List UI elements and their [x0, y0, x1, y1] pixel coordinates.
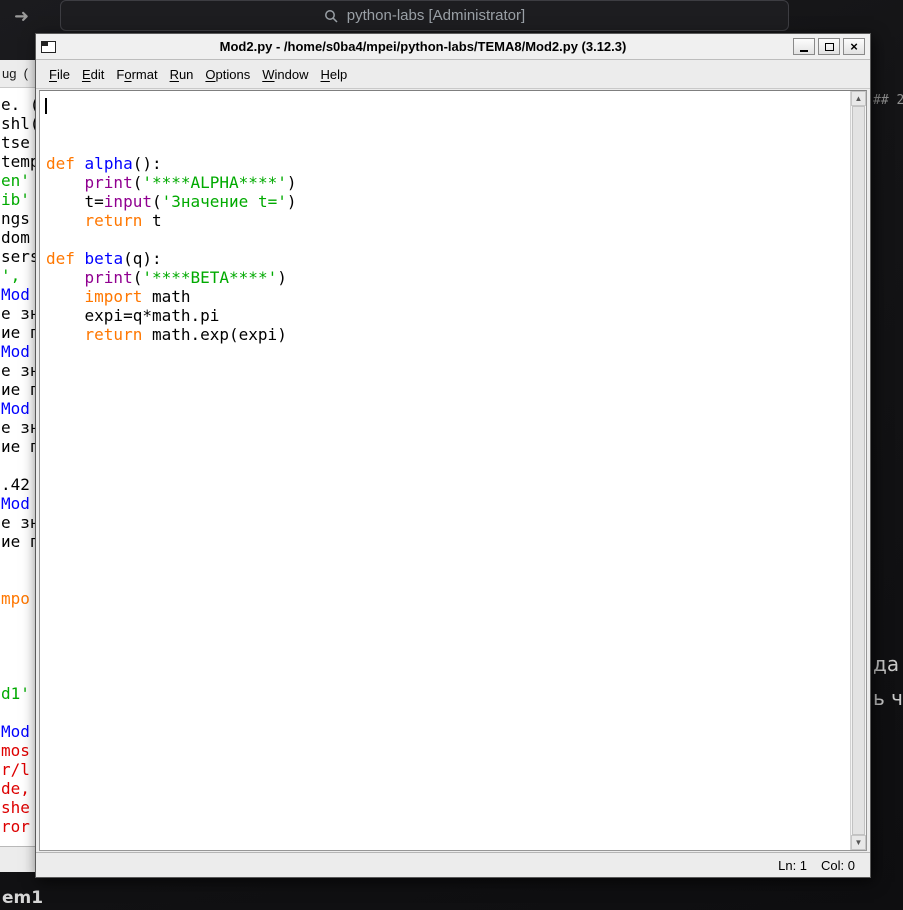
menu-run[interactable]: Run: [164, 64, 200, 85]
maximize-icon: [825, 43, 834, 51]
code-line: print('****ALPHA****'): [46, 173, 850, 192]
background-window-menubar: ug (: [0, 60, 37, 88]
code-line: return math.exp(expi): [46, 325, 850, 344]
search-text: python-labs [Administrator]: [347, 7, 525, 24]
code-line: print('****BETA****'): [46, 268, 850, 287]
bg-code-fragment: Mod: [1, 399, 30, 418]
window-controls: ×: [790, 38, 865, 55]
menu-file[interactable]: File: [43, 64, 76, 85]
bg-code-fragment: tse: [1, 133, 30, 152]
bg-code-fragment: Mod: [1, 722, 30, 741]
minimize-button[interactable]: [793, 38, 815, 55]
scrollbar-thumb[interactable]: [852, 106, 865, 835]
bg-code-fragment: shl(: [1, 114, 37, 133]
bg-code-fragment: ие п: [1, 532, 37, 551]
title-bar[interactable]: Mod2.py - /home/s0ba4/mpei/python-labs/T…: [36, 34, 870, 60]
bg-code-fragment: ',: [1, 266, 20, 285]
taskbar-search-input[interactable]: python-labs [Administrator]: [60, 0, 789, 31]
bg-code-fragment: e зн: [1, 361, 37, 380]
desktop-bottom-text-fragment: em1: [2, 888, 43, 908]
idle-editor-window: Mod2.py - /home/s0ba4/mpei/python-labs/T…: [35, 33, 871, 878]
bg-code-fragment: dom: [1, 228, 30, 247]
text-cursor: [45, 98, 47, 114]
bg-code-fragment: mos: [1, 741, 30, 760]
bg-code-fragment: de,: [1, 779, 30, 798]
bg-code-fragment: ие п: [1, 323, 37, 342]
desktop-text-fragment: ь ч: [873, 686, 903, 710]
vertical-scrollbar[interactable]: ▲ ▼: [850, 91, 866, 850]
code-area[interactable]: def alpha(): print('****ALPHA****') t=in…: [40, 91, 850, 850]
menu-help[interactable]: Help: [315, 64, 354, 85]
scroll-down-button[interactable]: ▼: [851, 835, 866, 850]
menu-window[interactable]: Window: [256, 64, 314, 85]
scrollbar-track[interactable]: [851, 106, 866, 835]
bg-code-fragment: Mod: [1, 342, 30, 361]
bg-code-fragment: .42: [1, 475, 30, 494]
code-line: def alpha():: [46, 154, 850, 173]
bg-code-fragment: ие п: [1, 437, 37, 456]
bg-code-fragment: r/l: [1, 760, 30, 779]
bg-code-fragment: mpo: [1, 589, 30, 608]
close-icon: ×: [850, 40, 858, 53]
menu-format[interactable]: Format: [110, 64, 163, 85]
menu-edit[interactable]: Edit: [76, 64, 110, 85]
editor[interactable]: def alpha(): print('****ALPHA****') t=in…: [39, 90, 867, 851]
bg-code-fragment: d1': [1, 684, 30, 703]
desktop-text-fragment: ## 2: [873, 93, 903, 108]
code-line: import math: [46, 287, 850, 306]
menu-options[interactable]: Options: [199, 64, 256, 85]
background-window-statusbar: [0, 846, 37, 872]
close-button[interactable]: ×: [843, 38, 865, 55]
bg-code-fragment: e зн: [1, 304, 37, 323]
status-column-indicator: Col: 0: [821, 858, 855, 873]
window-title: Mod2.py - /home/s0ba4/mpei/python-labs/T…: [62, 39, 784, 54]
bg-code-fragment: Mod: [1, 494, 30, 513]
forward-arrow-icon[interactable]: ➜: [14, 2, 29, 30]
background-menu-fragment: ug (: [2, 66, 28, 81]
minimize-icon: [800, 50, 808, 52]
bg-code-fragment: ngs: [1, 209, 30, 228]
code-line: expi=q*math.pi: [46, 306, 850, 325]
bg-code-fragment: temp: [1, 152, 37, 171]
bg-code-fragment: e зн: [1, 513, 37, 532]
bg-code-fragment: e. (: [1, 95, 37, 114]
code-line: return t: [46, 211, 850, 230]
code-line: t=input('Значение t='): [46, 192, 850, 211]
bg-code-fragment: ror: [1, 817, 30, 836]
window-icon: [41, 41, 56, 53]
code-line: def beta(q):: [46, 249, 850, 268]
bg-code-fragment: ие п: [1, 380, 37, 399]
bg-code-fragment: e зн: [1, 418, 37, 437]
bg-code-fragment: sers: [1, 247, 37, 266]
bg-editor-strip: e. (shl(tsetempen'ib'ngsdomsers',Mode зн…: [0, 88, 37, 846]
bg-code-fragment: en': [1, 171, 30, 190]
status-line-indicator: Ln: 1: [778, 858, 807, 873]
maximize-button[interactable]: [818, 38, 840, 55]
desktop-text-fragment: да: [873, 652, 899, 676]
bg-code-fragment: Mod: [1, 285, 30, 304]
scroll-up-button[interactable]: ▲: [851, 91, 866, 106]
bg-code-fragment: she: [1, 798, 30, 817]
desktop: ➜ python-labs [Administrator] ## 2даь ч …: [0, 0, 903, 910]
bg-code-fragment: ib': [1, 190, 30, 209]
status-bar: Ln: 1 Col: 0: [36, 852, 870, 877]
code-line: [46, 230, 850, 249]
search-icon: [324, 9, 338, 23]
menu-bar: FileEditFormatRunOptionsWindowHelp: [36, 60, 870, 89]
